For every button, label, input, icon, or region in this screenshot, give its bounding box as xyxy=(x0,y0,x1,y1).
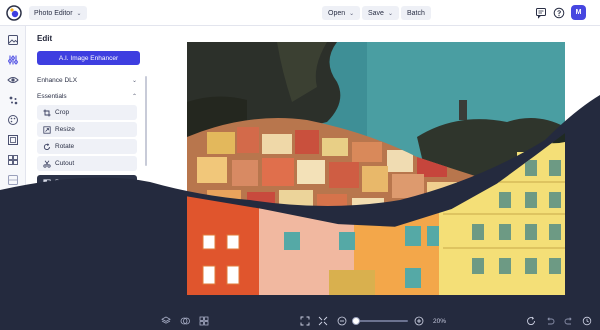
tool-auto-enhance[interactable]: Auto Enhance xyxy=(37,243,137,258)
tool-label: Cutout xyxy=(55,160,75,167)
fill-light-icon xyxy=(44,229,50,238)
comment-icon[interactable] xyxy=(535,7,547,19)
tool-fill-light[interactable]: Fill Light xyxy=(37,226,137,241)
tool-label: Beautify xyxy=(55,264,79,271)
tool-label: Exposure xyxy=(55,213,83,220)
top-bar: Photo Editor ⌄ Open ⌄ Save ⌄ Batch M xyxy=(0,0,600,26)
exposure-icon xyxy=(43,212,51,221)
undo-icon[interactable] xyxy=(545,316,555,326)
tool-label: Auto Enhance xyxy=(55,247,96,254)
beautify-icon xyxy=(43,263,51,272)
save-button[interactable]: Save ⌄ xyxy=(362,6,399,20)
tool-label: Color xyxy=(55,281,71,288)
tool-exposure[interactable]: Exposure xyxy=(37,209,137,224)
history-icon[interactable] xyxy=(582,316,592,326)
tool-crop[interactable]: Crop xyxy=(37,105,137,120)
replace-color-icon xyxy=(43,195,51,204)
panel-title: Edit xyxy=(37,34,53,43)
chevron-up-icon: ⌃ xyxy=(131,93,137,100)
tool-vibrance[interactable]: Vibrance xyxy=(37,294,137,309)
befunky-logo-icon[interactable] xyxy=(6,5,22,21)
resize-icon xyxy=(43,125,51,134)
zoom-level-label: 20% xyxy=(433,318,447,325)
tool-background[interactable]: Background xyxy=(37,175,137,190)
fit-to-screen-icon[interactable] xyxy=(300,316,310,326)
tool-category-rail xyxy=(0,26,26,330)
cutout-icon xyxy=(43,160,51,168)
image-manager-icon[interactable] xyxy=(7,34,19,46)
panel-scrollbar[interactable] xyxy=(145,76,147,166)
app-menu-dropdown[interactable]: Photo Editor ⌄ xyxy=(29,6,87,20)
reset-icon[interactable] xyxy=(526,316,536,326)
tool-cutout[interactable]: Cutout xyxy=(37,156,137,171)
text-icon[interactable] xyxy=(7,194,19,206)
zoom-slider-handle[interactable] xyxy=(352,317,360,325)
section-label: Essentials xyxy=(37,92,67,100)
rotate-icon xyxy=(43,142,50,150)
artsy-icon[interactable] xyxy=(7,114,19,126)
tool-sharpen[interactable]: Sharpen xyxy=(37,311,137,326)
ai-image-enhancer-button[interactable]: A.I. Image Enhancer xyxy=(37,51,140,65)
background-icon xyxy=(43,178,51,187)
app-menu-label: Photo Editor xyxy=(34,9,73,17)
tool-beautify[interactable]: Beautify xyxy=(37,260,137,275)
actual-size-icon[interactable] xyxy=(318,316,328,326)
sharpen-icon xyxy=(43,314,51,322)
tool-label: Sharpen xyxy=(55,315,80,322)
chevron-down-icon: ⌄ xyxy=(131,77,137,84)
touch-up-eye-icon[interactable] xyxy=(7,74,19,86)
graphics-icon[interactable] xyxy=(7,154,19,166)
layers-icon[interactable] xyxy=(161,316,171,326)
vibrance-icon xyxy=(43,297,51,306)
edit-sliders-icon[interactable] xyxy=(7,54,19,66)
tool-label: Vibrance xyxy=(55,298,81,305)
open-button[interactable]: Open ⌄ xyxy=(322,6,361,20)
save-label: Save xyxy=(368,9,384,17)
tool-resize[interactable]: Resize xyxy=(37,122,137,137)
tool-label: Crop xyxy=(55,109,70,116)
effects-sparkle-icon[interactable] xyxy=(7,94,19,106)
tool-label: Replace Color xyxy=(55,196,97,203)
overlays-icon[interactable] xyxy=(7,174,19,186)
redo-icon[interactable] xyxy=(564,316,574,326)
tool-color[interactable]: Color xyxy=(37,277,137,292)
tool-label: Rotate xyxy=(55,143,75,150)
zoom-in-icon[interactable] xyxy=(414,316,424,326)
tool-label: Fill Light xyxy=(55,230,80,237)
tool-label: Background xyxy=(55,179,90,186)
zoom-out-icon[interactable] xyxy=(337,316,347,326)
color-icon xyxy=(43,280,51,289)
tool-rotate[interactable]: Rotate xyxy=(37,139,137,154)
auto-enhance-icon xyxy=(43,247,51,254)
textures-icon[interactable] xyxy=(7,214,19,226)
open-label: Open xyxy=(328,9,346,17)
edit-panel: Edit A.I. Image Enhancer Enhance DLX ⌄ E… xyxy=(26,26,149,330)
help-icon[interactable] xyxy=(553,7,565,19)
batch-button[interactable]: Batch xyxy=(401,6,431,20)
section-essentials[interactable]: Essentials ⌃ xyxy=(37,90,137,102)
grid-view-icon[interactable] xyxy=(199,316,209,326)
batch-label: Batch xyxy=(407,9,425,17)
crop-icon xyxy=(43,109,51,116)
chevron-down-icon: ⌄ xyxy=(387,10,393,17)
avatar[interactable]: M xyxy=(571,5,586,20)
compare-icon[interactable] xyxy=(180,316,190,326)
section-enhance-dlx[interactable]: Enhance DLX ⌄ xyxy=(37,74,137,86)
section-label: Enhance DLX xyxy=(37,76,78,84)
chevron-down-icon: ⌄ xyxy=(349,10,355,17)
tool-label: Resize xyxy=(55,126,75,133)
zoom-slider-track[interactable] xyxy=(356,320,408,322)
chevron-down-icon: ⌄ xyxy=(76,10,82,17)
tool-replace-color[interactable]: Replace Color xyxy=(37,192,137,207)
frames-icon[interactable] xyxy=(7,134,19,146)
